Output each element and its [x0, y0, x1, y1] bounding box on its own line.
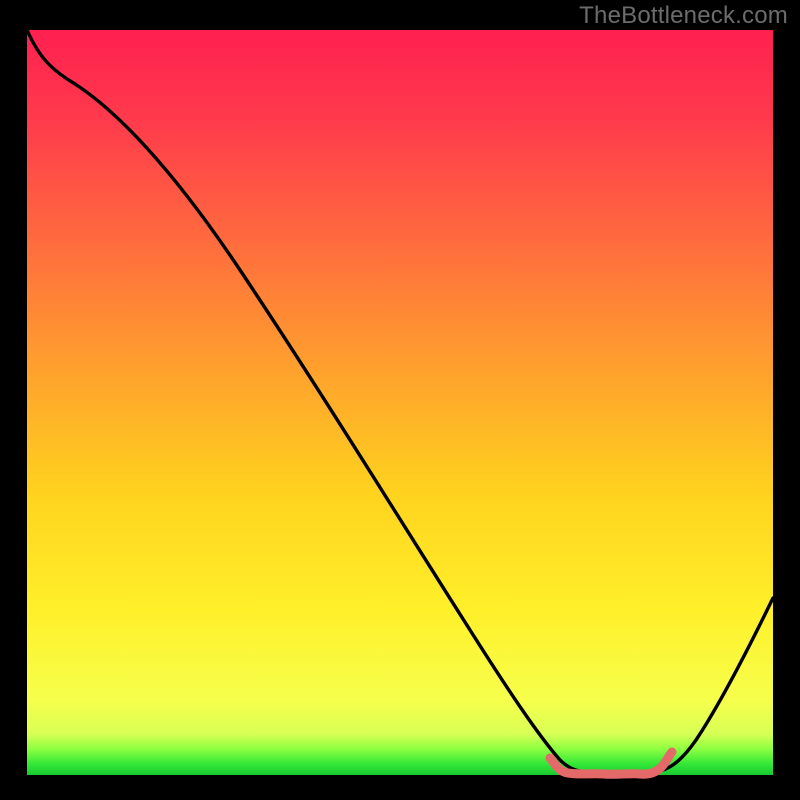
bottleneck-chart: [0, 0, 800, 800]
watermark-text: TheBottleneck.com: [579, 2, 788, 30]
chart-container: TheBottleneck.com: [0, 0, 800, 800]
plot-background: [27, 30, 773, 775]
